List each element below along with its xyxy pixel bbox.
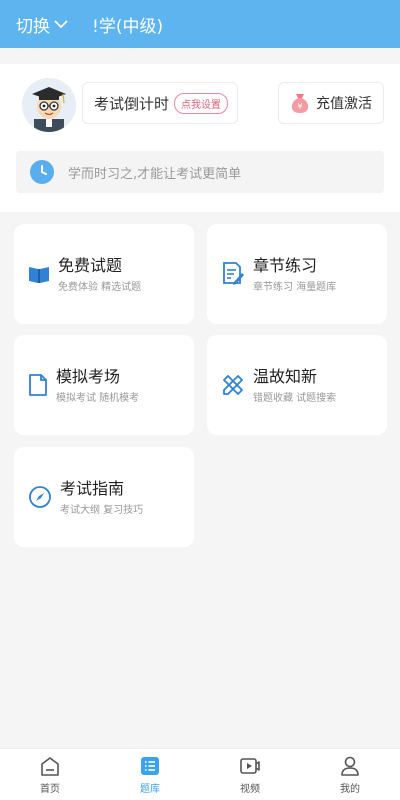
card-title: 模拟考场 — [56, 367, 121, 386]
tab-home[interactable]: 首页 — [0, 749, 100, 800]
tab-video[interactable]: 视频 — [200, 749, 300, 800]
motto-text: 学而时习之,才能让考试更简单 — [68, 166, 242, 182]
card-subtitle: 模拟考试 随机模考 — [56, 393, 140, 404]
card-title: 温故知新 — [253, 367, 318, 386]
card-title: 考试指南 — [60, 479, 125, 498]
chevron-down-icon — [54, 20, 68, 29]
card-title: 免费试题 — [58, 256, 123, 275]
svg-text:¥: ¥ — [297, 102, 302, 111]
set-countdown-button[interactable]: 点我设置 — [174, 92, 229, 114]
subject-title: !学(中级) — [92, 16, 164, 37]
tab-question-bank[interactable]: 题库 — [100, 749, 200, 800]
card-exam-guide[interactable]: 考试指南 考试大纲 复习技巧 — [14, 447, 194, 547]
switch-button[interactable]: 切换 — [16, 12, 68, 37]
card-free-questions[interactable]: 免费试题 免费体验 精选试题 — [14, 224, 194, 324]
tab-label: 我的 — [340, 783, 360, 795]
document-icon — [29, 374, 47, 396]
bottom-tab-bar: 首页 题库 视频 我的 — [0, 748, 400, 800]
tab-label: 题库 — [140, 783, 160, 795]
card-subtitle: 免费体验 精选试题 — [58, 282, 142, 293]
card-mock-exam[interactable]: 模拟考场 模拟考试 随机模考 — [14, 335, 194, 435]
countdown-label: 考试倒计时 — [94, 94, 170, 113]
switch-label: 切换 — [16, 16, 50, 37]
top-bar: 切换 !学(中级) — [0, 0, 400, 48]
recharge-label: 充值激活 — [316, 96, 372, 112]
video-icon — [240, 757, 260, 774]
avatar[interactable] — [22, 78, 76, 132]
compass-icon — [29, 486, 51, 508]
exam-countdown: 考试倒计时 点我设置 — [82, 82, 238, 124]
home-icon — [41, 756, 59, 776]
motto-bar: 学而时习之,才能让考试更简单 — [16, 151, 384, 193]
avatar-graduate-icon — [22, 78, 76, 132]
card-subtitle: 错题收藏 试题搜索 — [253, 393, 337, 404]
document-edit-icon — [223, 262, 244, 285]
pencil-ruler-icon — [223, 375, 243, 395]
clock-icon — [30, 160, 54, 184]
card-subtitle: 考试大纲 复习技巧 — [60, 505, 144, 516]
tab-label: 首页 — [40, 783, 60, 795]
card-subtitle: 章节练习 海量题库 — [253, 282, 337, 293]
question-bank-icon — [141, 756, 159, 775]
user-icon — [341, 756, 359, 776]
recharge-button[interactable]: ¥ 充值激活 — [278, 82, 384, 124]
tab-profile[interactable]: 我的 — [300, 749, 400, 800]
tab-label: 视频 — [240, 783, 260, 795]
money-bag-icon: ¥ — [291, 94, 309, 113]
card-title: 章节练习 — [253, 256, 318, 275]
card-chapter-practice[interactable]: 章节练习 章节练习 海量题库 — [207, 224, 387, 324]
profile-panel: 考试倒计时 点我设置 ¥ 充值激活 学而时习之,才能让考试更简单 — [0, 64, 400, 212]
card-review[interactable]: 温故知新 错题收藏 试题搜索 — [207, 335, 387, 435]
open-book-icon — [29, 267, 49, 283]
